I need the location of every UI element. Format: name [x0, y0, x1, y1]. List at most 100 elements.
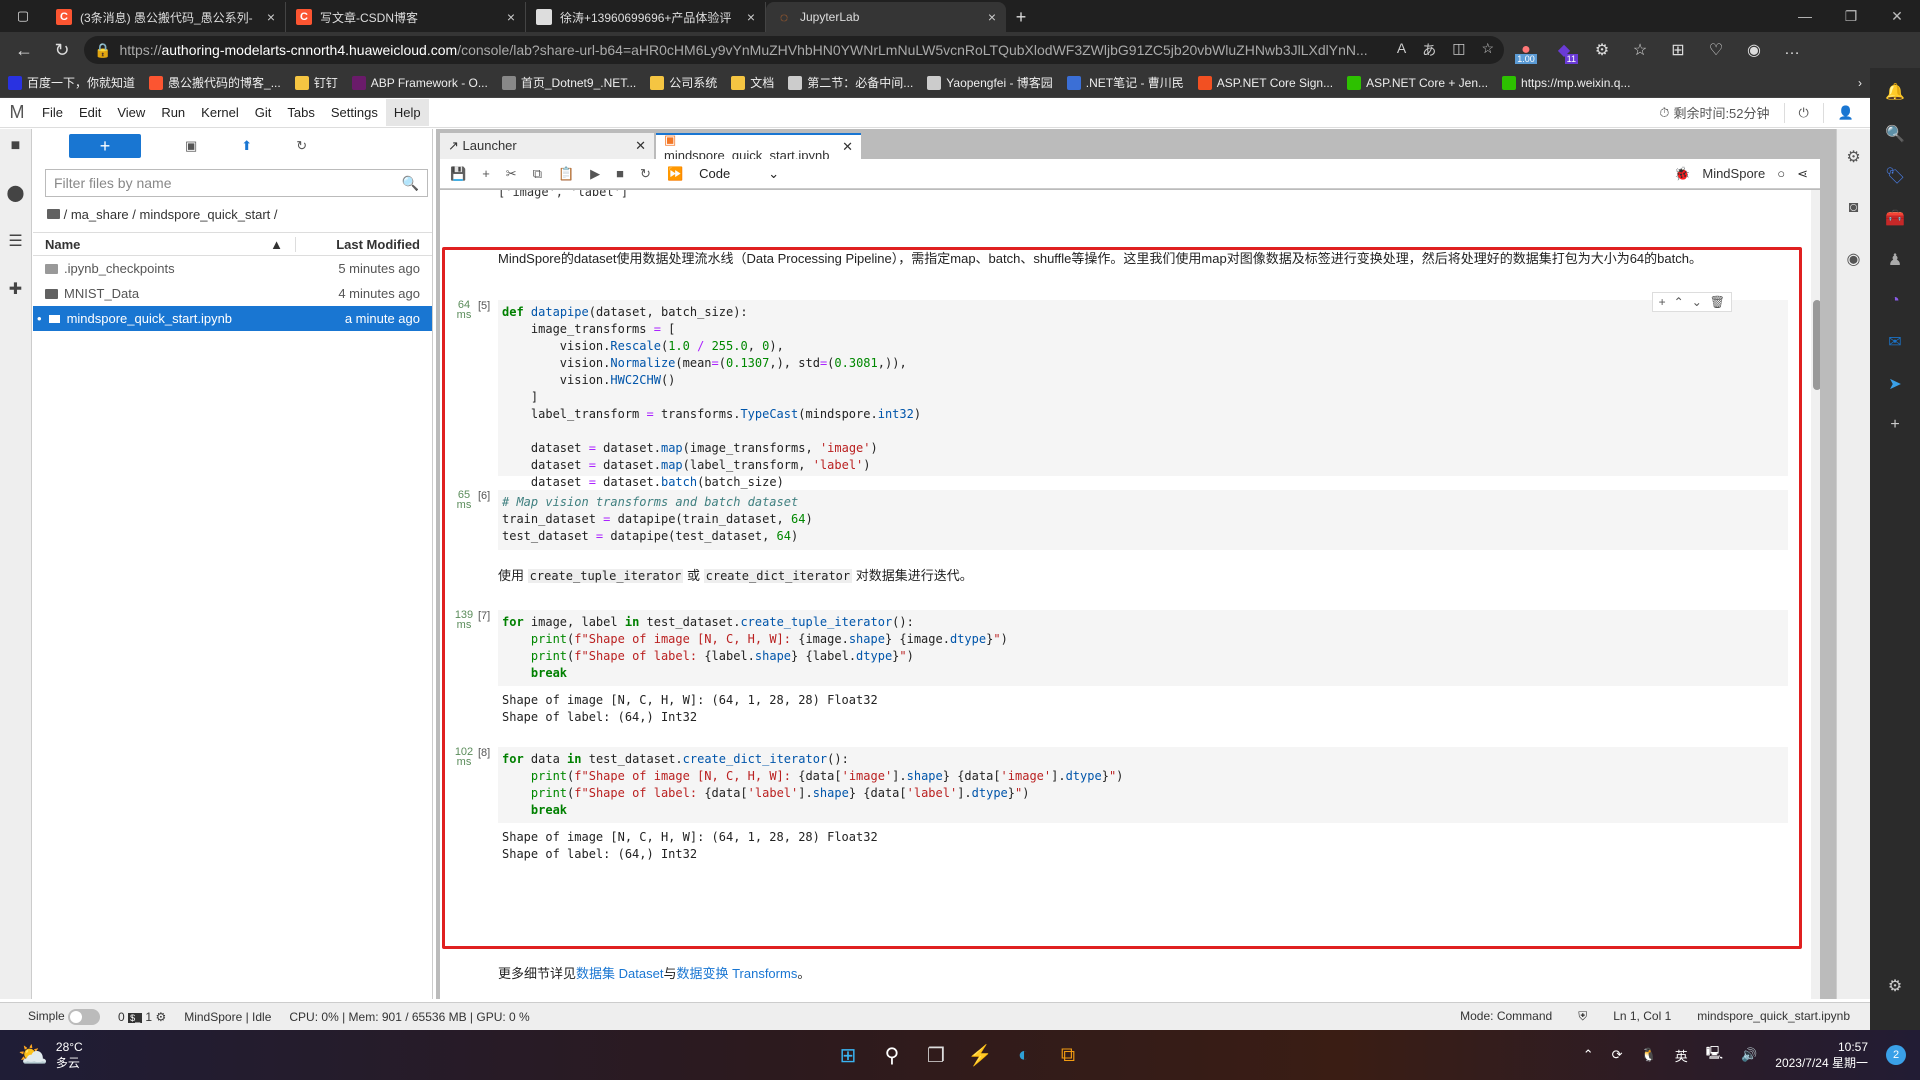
close-tab-icon[interactable]: × — [267, 9, 275, 25]
share-icon[interactable]: ⋖ — [1797, 166, 1808, 182]
folder-icon[interactable]: ■ — [11, 137, 21, 155]
minimize-icon[interactable]: — — [1782, 0, 1828, 32]
extension-icon[interactable]: ● 1.00 — [1510, 36, 1542, 64]
column-name[interactable]: Name ▲ — [33, 236, 296, 252]
bookmark-item[interactable]: ASP.NET Core Sign... — [1197, 75, 1333, 90]
code-input[interactable]: for image, label in test_dataset.create_… — [498, 610, 1788, 686]
app-lightning-icon[interactable]: ⚡ — [968, 1043, 993, 1067]
search-icon[interactable]: ⚲ — [880, 1043, 904, 1067]
qq-icon[interactable]: 🐧 — [1641, 1047, 1657, 1063]
extensions-puzzle-icon[interactable]: ⚙ — [1586, 36, 1618, 64]
browser-tab[interactable]: 徐涛+13960699696+产品体验评 × — [526, 2, 766, 32]
terminal-count[interactable]: 0 — [118, 1010, 125, 1024]
bookmark-item[interactable]: 首页_Dotnet9_.NET... — [501, 74, 636, 91]
code-input[interactable]: for data in test_dataset.create_dict_ite… — [498, 747, 1788, 823]
run-all-icon[interactable]: ⏩ — [667, 166, 683, 182]
bookmark-item[interactable]: 愚公搬代码的博客_... — [149, 74, 281, 91]
delete-cell-icon[interactable]: 🗑 — [1710, 295, 1725, 309]
tools-icon[interactable]: 🧰 — [1885, 208, 1905, 228]
close-tab-icon[interactable]: ✕ — [635, 138, 646, 154]
bookmark-item[interactable]: https://mp.weixin.q... — [1502, 75, 1630, 90]
close-window-icon[interactable]: ✕ — [1874, 0, 1920, 32]
tab-launcher[interactable]: ↗ Launcher ✕ — [440, 133, 654, 159]
close-tab-icon[interactable]: × — [988, 9, 996, 25]
extension-icon[interactable]: ◆ 11 — [1548, 36, 1580, 64]
volume-icon[interactable]: 🔊 — [1741, 1047, 1757, 1063]
bookmark-item[interactable]: 第二节：必备中间... — [788, 74, 913, 91]
refresh-files-icon[interactable]: ↻ — [296, 138, 307, 154]
menu-kernel[interactable]: Kernel — [193, 99, 247, 126]
menu-view[interactable]: View — [109, 99, 153, 126]
simple-mode-toggle[interactable]: Simple — [28, 1008, 101, 1025]
table-of-contents-icon[interactable]: ☰ — [8, 231, 22, 251]
menu-settings[interactable]: Settings — [323, 99, 386, 126]
task-view-icon[interactable]: ❐ — [924, 1043, 948, 1067]
save-icon[interactable]: 💾 — [450, 166, 466, 182]
markdown-cell[interactable]: MindSpore的dataset使用数据处理流水线（Data Processi… — [498, 248, 1758, 270]
tab-notebook[interactable]: ▣ mindspore_quick_start.ipynb ✕ — [656, 132, 861, 163]
transforms-link[interactable]: 数据变换 Transforms — [676, 966, 797, 981]
input-method[interactable]: 英 — [1675, 1046, 1688, 1065]
kernel-status[interactable]: MindSpore | Idle — [184, 1010, 271, 1024]
upload-icon[interactable]: ⬆ — [241, 138, 252, 154]
file-row[interactable]: MNIST_Data 4 minutes ago — [33, 281, 432, 306]
cut-icon[interactable]: ✂ — [506, 166, 517, 182]
bookmark-item[interactable]: ABP Framework - O... — [351, 75, 488, 90]
vmware-icon[interactable]: ⧉ — [1056, 1043, 1080, 1067]
kernel-count[interactable]: 1 — [145, 1010, 152, 1024]
sync-icon[interactable]: ⟳ — [1612, 1047, 1623, 1063]
bookmark-item[interactable]: .NET笔记 - 曹川民 — [1066, 74, 1184, 91]
cursor-position[interactable]: Ln 1, Col 1 — [1613, 1009, 1671, 1024]
browser-tab[interactable]: C (3条消息) 愚公搬代码_愚公系列- × — [46, 2, 286, 32]
extensions-icon[interactable]: ✚ — [9, 279, 22, 299]
menu-run[interactable]: Run — [153, 99, 193, 126]
move-down-icon[interactable]: ⌄ — [1692, 295, 1702, 309]
shopping-tag-icon[interactable]: 🏷 — [1885, 166, 1905, 186]
stop-icon[interactable]: ■ — [616, 166, 624, 181]
breadcrumb[interactable]: / ma_share / mindspore_quick_start / — [33, 197, 432, 232]
more-bookmarks-icon[interactable]: › — [1858, 76, 1862, 90]
resource-monitor-icon[interactable]: ◙ — [1849, 199, 1859, 217]
browser-tab[interactable]: C 写文章-CSDN博客 × — [286, 2, 526, 32]
favorites-icon[interactable]: ☆ — [1624, 36, 1656, 64]
code-cell[interactable]: 139 ms [7] for image, label in test_datas… — [448, 610, 1788, 730]
read-aloud-icon[interactable]: A — [1397, 40, 1406, 60]
telegram-icon[interactable]: ➤ — [1888, 374, 1901, 394]
restart-icon[interactable]: ↻ — [640, 166, 651, 182]
code-cell[interactable]: 102 ms [8] for data in test_dataset.creat… — [448, 747, 1788, 867]
user-icon[interactable]: 👤 — [1838, 105, 1854, 121]
bookmark-item[interactable]: 钉钉 — [294, 74, 338, 91]
menu-git[interactable]: Git — [247, 99, 280, 126]
file-row[interactable]: • mindspore_quick_start.ipynb a minute ago — [33, 306, 432, 331]
menu-file[interactable]: File — [34, 99, 71, 126]
menu-edit[interactable]: Edit — [71, 99, 109, 126]
restore-icon[interactable]: ❐ — [1828, 0, 1874, 32]
code-cell[interactable]: 64 ms [5] def datapipe(dataset, batch_siz… — [448, 292, 1788, 506]
bookmark-item[interactable]: 百度一下，你就知道 — [8, 74, 135, 91]
close-tab-icon[interactable]: ✕ — [842, 139, 853, 155]
add-cell-icon[interactable]: + — [1659, 295, 1666, 309]
network-icon[interactable]: 🖳 — [1706, 1044, 1723, 1066]
new-tab-button[interactable]: + — [1006, 2, 1036, 32]
move-up-icon[interactable]: ⌃ — [1674, 295, 1684, 309]
new-folder-icon[interactable]: ▣ — [185, 138, 197, 154]
paste-icon[interactable]: 📋 — [558, 166, 574, 182]
show-hidden-icons[interactable]: ⌃ — [1583, 1047, 1594, 1063]
run-icon[interactable]: ▶ — [590, 166, 600, 182]
collections-icon[interactable]: ⊞ — [1662, 36, 1694, 64]
kernel-name[interactable]: MindSpore — [1702, 166, 1765, 181]
dataset-link[interactable]: 数据集 Dataset — [576, 966, 663, 981]
debugger-icon[interactable]: 🐞 — [1674, 166, 1690, 182]
close-tab-icon[interactable]: × — [507, 9, 515, 25]
bookmark-item[interactable]: Yaopengfei - 博客园 — [927, 74, 1053, 91]
property-inspector-icon[interactable]: ⚙ — [1846, 147, 1860, 167]
markdown-cell[interactable]: 更多细节详见数据集 Dataset与数据变换 Transforms。 — [498, 963, 1758, 985]
column-last-modified[interactable]: Last Modified — [296, 237, 432, 252]
back-icon[interactable]: ← — [8, 34, 40, 66]
bell-icon[interactable]: 🔔 — [1885, 82, 1905, 102]
code-input[interactable]: # Map vision transforms and batch datase… — [498, 490, 1788, 550]
translate-icon[interactable]: あ — [1422, 40, 1436, 60]
clock[interactable]: 10:57 2023/7/24 星期一 — [1775, 1039, 1868, 1071]
windows-start-icon[interactable]: ⊞ — [836, 1043, 860, 1067]
favorite-star-icon[interactable]: ☆ — [1481, 40, 1494, 60]
